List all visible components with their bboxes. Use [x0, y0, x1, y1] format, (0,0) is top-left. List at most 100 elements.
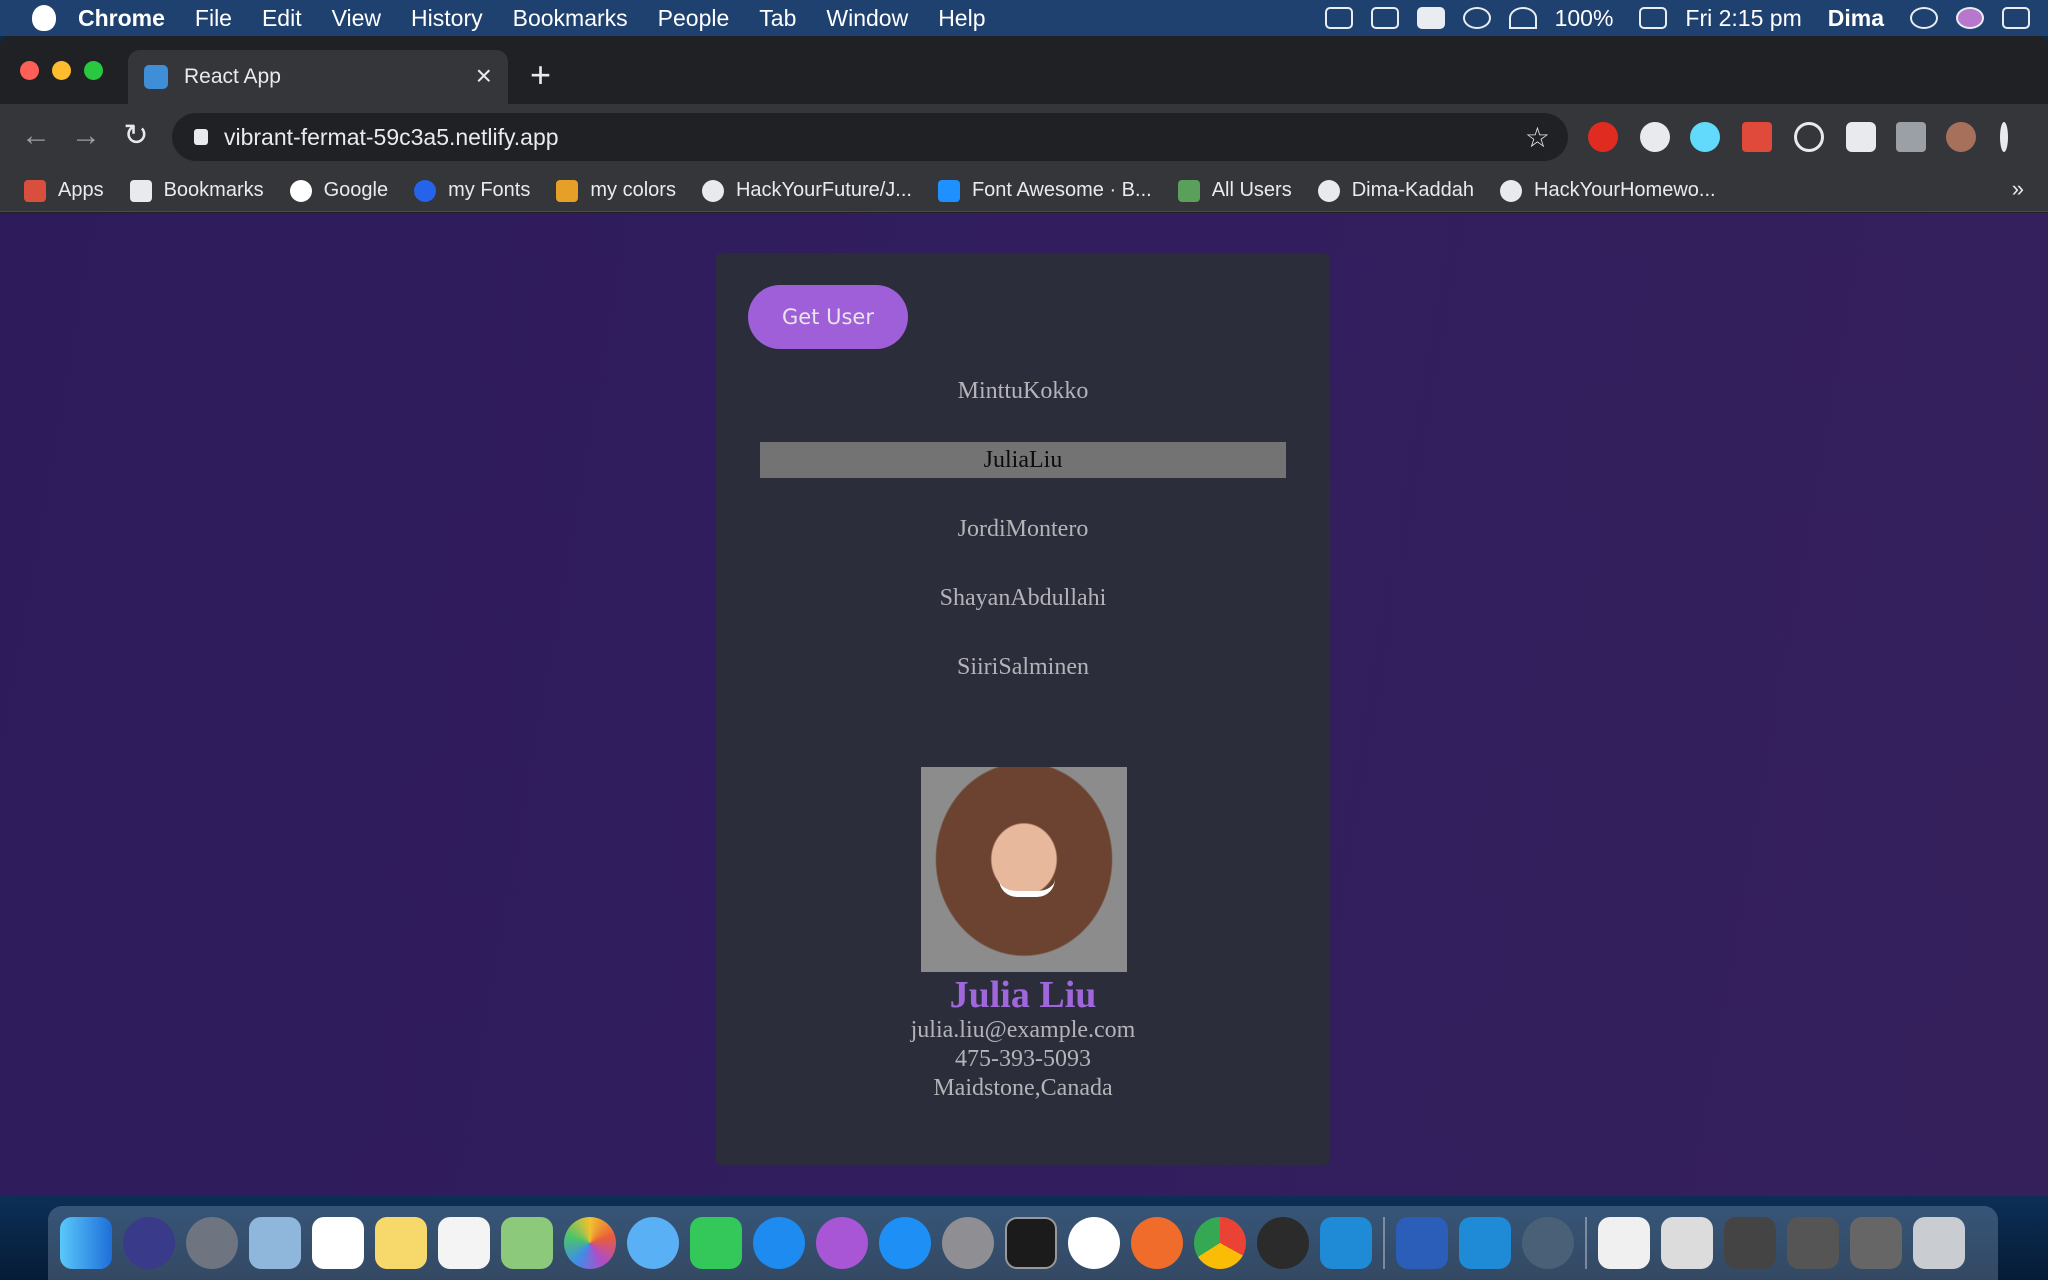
bookmark-hackyourhomework[interactable]: HackYourHomewo... [1500, 179, 1716, 202]
profile-avatar[interactable] [1946, 122, 1976, 152]
vscode-recent-icon[interactable] [1459, 1217, 1511, 1269]
bookmark-my-colors[interactable]: my colors [556, 179, 676, 202]
bookmark-all-users[interactable]: All Users [1177, 179, 1292, 202]
wifi-icon[interactable] [1508, 7, 1537, 29]
menu-history[interactable]: History [411, 5, 483, 32]
reload-button[interactable]: ↻ [116, 116, 156, 156]
window-thumbnail-icon[interactable] [1724, 1217, 1776, 1269]
drive-icon[interactable] [1370, 7, 1399, 29]
zip-file-icon[interactable] [1598, 1217, 1650, 1269]
messages-icon[interactable] [627, 1217, 679, 1269]
word-icon[interactable] [1396, 1217, 1448, 1269]
extensions-puzzle-icon[interactable] [1846, 122, 1876, 152]
slack-icon[interactable] [1068, 1217, 1120, 1269]
window-thumbnail-icon[interactable] [1661, 1217, 1713, 1269]
siri-icon[interactable] [1956, 7, 1984, 29]
bookmark-dima-kaddah[interactable]: Dima-Kaddah [1317, 179, 1474, 202]
bookmarks-overflow-icon[interactable]: » [2012, 176, 2024, 202]
user-list-item[interactable]: JordiMontero [760, 511, 1286, 547]
user-list-item[interactable]: SiiriSalminen [760, 649, 1286, 685]
apps-grid-icon [24, 179, 46, 202]
apple-logo-icon[interactable] [32, 5, 56, 31]
postman-icon[interactable] [1131, 1217, 1183, 1269]
battery-percent[interactable]: 100% [1555, 5, 1614, 32]
user-list-item[interactable]: ShayanAbdullahi [760, 580, 1286, 616]
menubar-user[interactable]: Dima [1828, 5, 1884, 32]
facetime-icon[interactable] [690, 1217, 742, 1269]
window-thumbnail-icon[interactable] [1850, 1217, 1902, 1269]
github-icon [1317, 179, 1340, 202]
profile-phone: 475-393-5093 [955, 1046, 1091, 1072]
trash-icon[interactable] [1913, 1217, 1965, 1269]
bluetooth-icon[interactable] [1462, 7, 1491, 29]
safari-icon[interactable] [753, 1217, 805, 1269]
back-button[interactable]: ← [16, 116, 56, 156]
podcasts-icon[interactable] [816, 1217, 868, 1269]
quicktime-icon[interactable] [1522, 1217, 1574, 1269]
user-list-item[interactable]: MinttuKokko [760, 373, 1286, 409]
chrome-icon[interactable] [1194, 1217, 1246, 1269]
menu-file[interactable]: File [195, 5, 232, 32]
photos-icon[interactable] [564, 1217, 616, 1269]
new-tab-button[interactable]: + [530, 54, 551, 96]
notification-center-icon[interactable] [2002, 7, 2030, 29]
calendar-icon[interactable] [312, 1217, 364, 1269]
system-preferences-icon[interactable] [942, 1217, 994, 1269]
dock-shelf [48, 1206, 1998, 1280]
adblock-extension-icon[interactable] [1588, 122, 1618, 152]
vscode-icon[interactable] [1320, 1217, 1372, 1269]
menu-tab[interactable]: Tab [759, 5, 796, 32]
maps-icon[interactable] [501, 1217, 553, 1269]
menu-edit[interactable]: Edit [262, 5, 302, 32]
mail-icon[interactable] [249, 1217, 301, 1269]
bookmark-google[interactable]: Google [289, 179, 388, 202]
star-icon [129, 179, 152, 202]
menu-bookmarks[interactable]: Bookmarks [513, 5, 628, 32]
page-content: Get User MinttuKokko JuliaLiu JordiMonte… [0, 213, 2048, 1196]
bookmark-font-awesome[interactable]: Font Awesome · B... [937, 179, 1152, 202]
bookmark-my-fonts[interactable]: my Fonts [414, 179, 530, 202]
chrome-menu-icon[interactable] [2000, 122, 2008, 152]
menu-help[interactable]: Help [938, 5, 985, 32]
siri-icon[interactable] [123, 1217, 175, 1269]
window-thumbnail-icon[interactable] [1787, 1217, 1839, 1269]
obs-icon[interactable] [1257, 1217, 1309, 1269]
battery-icon[interactable] [1639, 7, 1668, 29]
get-user-button[interactable]: Get User [748, 285, 908, 349]
bookmark-apps[interactable]: Apps [24, 179, 104, 202]
app-store-icon[interactable] [879, 1217, 931, 1269]
close-window-button[interactable] [20, 61, 39, 80]
input-source-icon[interactable] [1416, 7, 1445, 29]
finder-icon[interactable] [60, 1217, 112, 1269]
lock-icon[interactable] [194, 129, 208, 145]
menu-people[interactable]: People [658, 5, 730, 32]
media-control-icon[interactable] [1896, 122, 1926, 152]
user-list-item-selected[interactable]: JuliaLiu [760, 442, 1286, 478]
spotlight-search-icon[interactable] [1910, 7, 1938, 29]
color-extension-icon[interactable] [1742, 122, 1772, 152]
notes-icon[interactable] [375, 1217, 427, 1269]
creative-cloud-icon[interactable] [1324, 7, 1353, 29]
reminders-icon[interactable] [438, 1217, 490, 1269]
maximize-window-button[interactable] [84, 61, 103, 80]
menubar-clock[interactable]: Fri 2:15 pm [1685, 5, 1801, 32]
launchpad-icon[interactable] [186, 1217, 238, 1269]
bookmark-star-icon[interactable]: ☆ [1525, 121, 1550, 154]
profile-name: Julia Liu [949, 974, 1097, 1016]
address-url[interactable]: vibrant-fermat-59c3a5.netlify.app [224, 124, 559, 151]
close-tab-icon[interactable]: × [476, 60, 492, 92]
target-extension-icon[interactable] [1794, 122, 1824, 152]
menu-app-name[interactable]: Chrome [78, 5, 165, 32]
json-extension-icon[interactable] [1640, 122, 1670, 152]
terminal-icon[interactable] [1005, 1217, 1057, 1269]
bookmark-hackyourfuture[interactable]: HackYourFuture/J... [701, 179, 912, 202]
menu-view[interactable]: View [332, 5, 381, 32]
tab-react-app[interactable]: React App × [128, 50, 508, 104]
profile-location: Maidstone,Canada [933, 1075, 1113, 1101]
forward-button[interactable]: → [66, 116, 106, 156]
minimize-window-button[interactable] [52, 61, 71, 80]
address-bar[interactable]: vibrant-fermat-59c3a5.netlify.app ☆ [172, 113, 1568, 161]
react-devtools-icon[interactable] [1690, 122, 1720, 152]
bookmark-bookmarks[interactable]: Bookmarks [129, 179, 264, 202]
menu-window[interactable]: Window [826, 5, 908, 32]
